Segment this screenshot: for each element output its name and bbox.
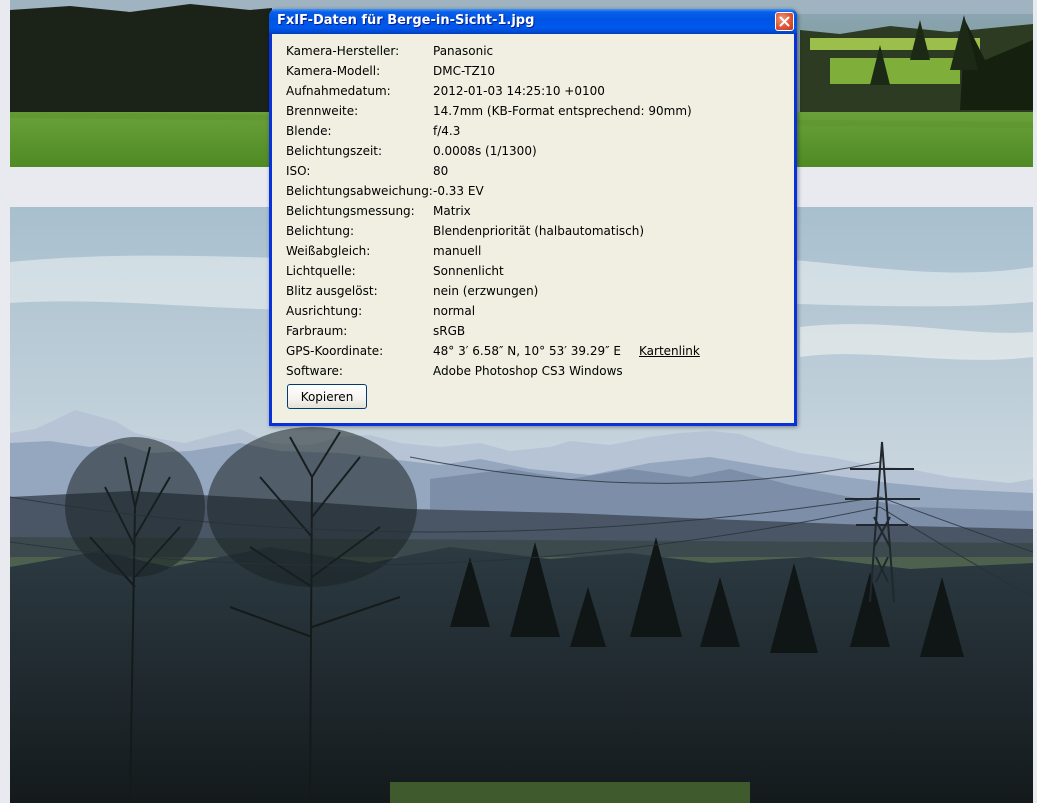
exif-label: Kamera-Modell:: [286, 64, 381, 78]
exif-value: 80: [433, 164, 449, 178]
map-link[interactable]: Kartenlink: [639, 341, 700, 361]
exif-label: Farbraum:: [286, 324, 348, 338]
close-button[interactable]: [775, 12, 794, 31]
exif-row-iso: ISO: 80: [286, 161, 786, 181]
fxif-dialog: FxIF-Daten für Berge-in-Sicht-1.jpg Kame…: [269, 9, 797, 426]
exif-label: GPS-Koordinate:: [286, 344, 384, 358]
exif-row-white-balance: Weißabgleich: manuell: [286, 241, 786, 261]
exif-value: Blendenpriorität (halbautomatisch): [433, 224, 645, 238]
exif-value: 0.0008s (1/1300): [433, 144, 537, 158]
exif-row-camera-maker: Kamera-Hersteller: Panasonic: [286, 41, 786, 61]
exif-label: Belichtung:: [286, 224, 355, 238]
exif-row-aperture: Blende: f/4.3: [286, 121, 786, 141]
exif-row-exposure-time: Belichtungszeit: 0.0008s (1/1300): [286, 141, 786, 161]
dialog-titlebar[interactable]: FxIF-Daten für Berge-in-Sicht-1.jpg: [269, 9, 797, 34]
exif-row-software: Software: Adobe Photoshop CS3 Windows: [286, 361, 786, 381]
exif-label: Software:: [286, 364, 343, 378]
exif-value: Sonnenlicht: [433, 264, 504, 278]
exif-label: Ausrichtung:: [286, 304, 363, 318]
copy-button[interactable]: Kopieren: [287, 384, 367, 409]
exif-value: 2012-01-03 14:25:10 +0100: [433, 84, 605, 98]
exif-value: Panasonic: [433, 44, 494, 58]
exif-value: sRGB: [433, 324, 466, 338]
exif-row-light-source: Lichtquelle: Sonnenlicht: [286, 261, 786, 281]
exif-value: nein (erzwungen): [433, 284, 539, 298]
exif-value: f/4.3: [433, 124, 461, 138]
exif-row-color-space: Farbraum: sRGB: [286, 321, 786, 341]
exif-row-focal-length: Brennweite: 14.7mm (KB-Format entspreche…: [286, 101, 786, 121]
exif-label: Blende:: [286, 124, 332, 138]
exif-row-exposure-bias: Belichtungsabweichung: -0.33 EV: [286, 181, 786, 201]
exif-value: manuell: [433, 244, 482, 258]
exif-value: 14.7mm (KB-Format entsprechend: 90mm): [433, 104, 692, 118]
exif-label: Aufnahmedatum:: [286, 84, 391, 98]
exif-label: Belichtungsmessung:: [286, 204, 415, 218]
exif-row-camera-model: Kamera-Modell: DMC-TZ10: [286, 61, 786, 81]
exif-label: Brennweite:: [286, 104, 359, 118]
exif-row-flash: Blitz ausgelöst: nein (erzwungen): [286, 281, 786, 301]
exif-value: 48° 3′ 6.58″ N, 10° 53′ 39.29″ E: [433, 344, 622, 358]
exif-row-orientation: Ausrichtung: normal: [286, 301, 786, 321]
exif-label: ISO:: [286, 164, 311, 178]
exif-value: DMC-TZ10: [433, 64, 496, 78]
exif-label: Belichtungszeit:: [286, 144, 383, 158]
exif-panel: Kamera-Hersteller: Panasonic Kamera-Mode…: [272, 34, 794, 423]
exif-row-gps: GPS-Koordinate: 48° 3′ 6.58″ N, 10° 53′ …: [286, 341, 786, 361]
exif-label: Blitz ausgelöst:: [286, 284, 378, 298]
exif-label: Lichtquelle:: [286, 264, 356, 278]
exif-value: Adobe Photoshop CS3 Windows: [433, 364, 623, 378]
exif-value: normal: [433, 304, 476, 318]
exif-row-metering: Belichtungsmessung: Matrix: [286, 201, 786, 221]
exif-label: Belichtungsabweichung:: [286, 184, 433, 198]
exif-value: Matrix: [433, 204, 471, 218]
exif-row-exposure-program: Belichtung: Blendenpriorität (halbautoma…: [286, 221, 786, 241]
exif-row-date: Aufnahmedatum: 2012-01-03 14:25:10 +0100: [286, 81, 786, 101]
exif-label: Weißabgleich:: [286, 244, 371, 258]
exif-label: Kamera-Hersteller:: [286, 44, 400, 58]
close-icon: [779, 16, 790, 27]
exif-value: -0.33 EV: [433, 184, 484, 198]
dialog-title: FxIF-Daten für Berge-in-Sicht-1.jpg: [277, 13, 535, 28]
